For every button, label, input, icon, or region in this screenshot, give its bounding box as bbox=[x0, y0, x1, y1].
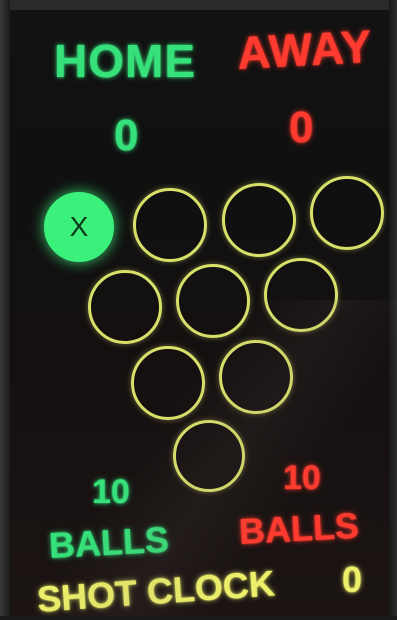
away-balls-label: BALLS bbox=[237, 504, 360, 552]
pocketed-x-mark: X bbox=[69, 211, 89, 242]
rack-ball-8 bbox=[131, 346, 205, 420]
rack-ball-2 bbox=[133, 188, 207, 262]
rack-ball-1: X bbox=[44, 192, 114, 262]
shot-clock-value: 0 bbox=[342, 559, 363, 600]
rack-ball-7 bbox=[264, 258, 338, 332]
away-balls-count: 10 bbox=[283, 459, 321, 497]
rack-ball-10 bbox=[173, 420, 245, 492]
rack-ball-9 bbox=[219, 340, 293, 414]
home-balls-count: 10 bbox=[92, 473, 130, 511]
rack-ball-3 bbox=[222, 183, 296, 257]
rack-ball-6 bbox=[176, 264, 250, 338]
rack-ball-5 bbox=[88, 270, 162, 344]
home-balls-label: BALLS bbox=[47, 518, 170, 566]
rack-ball-4 bbox=[310, 176, 384, 250]
